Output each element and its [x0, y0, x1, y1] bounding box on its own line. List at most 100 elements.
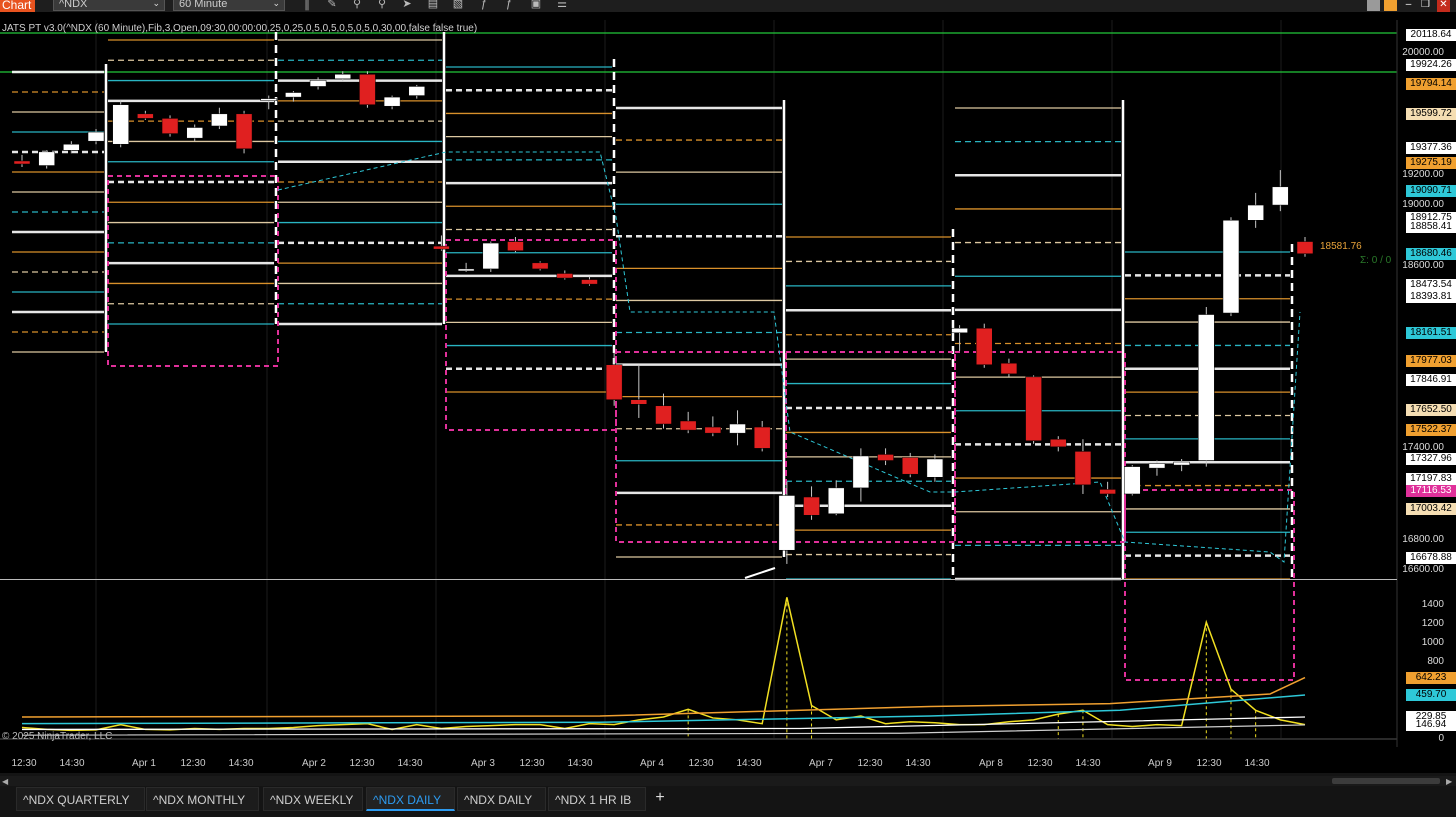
strategy-icon[interactable]: ƒ [501, 0, 517, 11]
bar-type-icon[interactable]: ║ [299, 0, 315, 11]
time-tick-label: 14:30 [905, 758, 931, 769]
candle-body [778, 495, 796, 551]
time-tick-label: Apr 1 [132, 758, 156, 769]
time-tick-label: Apr 9 [1148, 758, 1172, 769]
candle-body [753, 426, 771, 449]
time-tick-label: Apr 2 [302, 758, 326, 769]
candle-body [877, 454, 894, 461]
scroll-right-icon[interactable]: ▶ [1446, 777, 1452, 786]
time-tick-label: 12:30 [180, 758, 206, 769]
pencil-icon[interactable]: ✎ [324, 0, 340, 11]
scroll-left-icon[interactable]: ◀ [2, 777, 8, 786]
candle-body [1124, 466, 1141, 495]
price-level-label: 17652.50 [1406, 403, 1456, 416]
candle-body [556, 273, 574, 279]
tab-ndx-quarterly[interactable]: ^NDX QUARTERLY [16, 787, 145, 811]
price-level-label: 18393.81 [1406, 291, 1456, 304]
time-tick-label: Apr 3 [471, 758, 495, 769]
pointer-icon[interactable]: ➤ [399, 0, 415, 11]
properties-icon[interactable]: ▣ [528, 0, 544, 11]
chevron-down-icon: ⌄ [272, 0, 280, 8]
data-box-icon[interactable]: ▤ [425, 0, 441, 11]
price-level-label: 17327.96 [1406, 453, 1456, 466]
app-tab[interactable]: Chart [0, 0, 35, 12]
tab-ndx-daily-active[interactable]: ^NDX DAILY [366, 787, 455, 811]
candle-body [531, 262, 549, 270]
price-tick-label: 19000.00 [1402, 199, 1444, 211]
price-tick-label: 17400.00 [1402, 442, 1444, 454]
add-tab-icon[interactable]: + [650, 789, 670, 809]
price-tick-label: 19200.00 [1402, 168, 1444, 180]
price-level-label: 18858.41 [1406, 220, 1456, 233]
zoom-in-icon[interactable]: ⚲ [349, 0, 365, 11]
candle-body [926, 458, 944, 478]
candle-body [1247, 204, 1264, 221]
candle-body [161, 118, 179, 134]
zoom-out-icon[interactable]: ⚲ [374, 0, 390, 11]
candle-body [976, 327, 993, 365]
chevron-down-icon: ⌄ [152, 0, 160, 8]
time-tick-label: 14:30 [1244, 758, 1270, 769]
horizontal-scrollbar[interactable] [0, 776, 1456, 786]
time-tick-label: Apr 4 [640, 758, 664, 769]
tab-ndx-daily[interactable]: ^NDX DAILY [457, 787, 546, 811]
candle-body [852, 455, 870, 489]
instrument-selector[interactable]: ^NDX ⌄ [53, 0, 165, 11]
interval-selector[interactable]: 60 Minute ⌄ [173, 0, 285, 11]
candle-body [729, 423, 746, 434]
candle-body [1074, 451, 1092, 486]
volume-level-label: 459.70 [1406, 689, 1456, 701]
candle-body [1000, 362, 1018, 375]
sigma-readout: Σ: 0 / 0 [1360, 255, 1392, 266]
price-level-label: 17116.53 [1406, 485, 1456, 498]
price-tick-label: 16600.00 [1402, 564, 1444, 575]
candle-body [334, 74, 351, 80]
candle-body [679, 420, 697, 431]
close-icon[interactable]: ✕ [1437, 0, 1450, 12]
candle-body [827, 487, 845, 514]
price-chart[interactable] [0, 12, 1456, 773]
candle-body [1025, 376, 1042, 441]
copyright-text: © 2025 NinjaTrader, LLC [2, 731, 113, 742]
candle-body [1099, 489, 1116, 495]
candle-body [605, 364, 623, 400]
tab-ndx-weekly[interactable]: ^NDX WEEKLY [263, 787, 363, 811]
time-tick-label: 12:30 [349, 758, 375, 769]
link-icon[interactable] [1367, 0, 1380, 11]
arrow-line [744, 567, 776, 579]
tab-ndx-monthly[interactable]: ^NDX MONTHLY [146, 787, 259, 811]
volume-level-label: 642.23 [1406, 671, 1456, 684]
candle-body [112, 104, 129, 145]
candle-body [211, 113, 228, 127]
candle-body [260, 98, 277, 101]
pane-divider[interactable] [0, 579, 1397, 580]
candle-body [1272, 186, 1289, 206]
price-level-label: 19924.26 [1406, 58, 1456, 71]
candle-body [186, 127, 203, 139]
volume-avg-grey [21, 724, 1306, 736]
price-level-label: 18680.46 [1406, 247, 1456, 260]
time-tick-label: 12:30 [688, 758, 714, 769]
indicator-label: JATS PT v3.0(^NDX (60 Minute),Fib,3,Open… [2, 23, 478, 34]
tab-ndx-1hr-ib[interactable]: ^NDX 1 HR IB [548, 787, 646, 811]
list-icon[interactable]: ☰ [554, 0, 570, 11]
candle-body [1296, 241, 1314, 254]
candle-body [1050, 438, 1067, 448]
scrollbar-thumb[interactable] [1332, 778, 1440, 784]
maximize-icon[interactable]: ❐ [1419, 0, 1432, 12]
candle-body [507, 241, 524, 251]
price-level-label: 17522.37 [1406, 423, 1456, 436]
range-box [1124, 489, 1295, 681]
current-price-label: 18581.76 [1320, 241, 1362, 252]
price-level-label: 16678.88 [1406, 552, 1456, 564]
tool-icon[interactable]: ▧ [450, 0, 466, 11]
price-level-label: 17197.83 [1406, 473, 1456, 486]
volume-avg-cyan [21, 694, 1306, 725]
volume-level-label: 146.94 [1406, 718, 1456, 731]
color-link-icon[interactable] [1384, 0, 1397, 11]
indicator-icon[interactable]: ƒ [476, 0, 492, 11]
candle-body [1222, 220, 1240, 314]
candle-body [457, 268, 475, 272]
time-tick-label: 12:30 [519, 758, 545, 769]
minimize-icon[interactable]: – [1402, 0, 1415, 12]
